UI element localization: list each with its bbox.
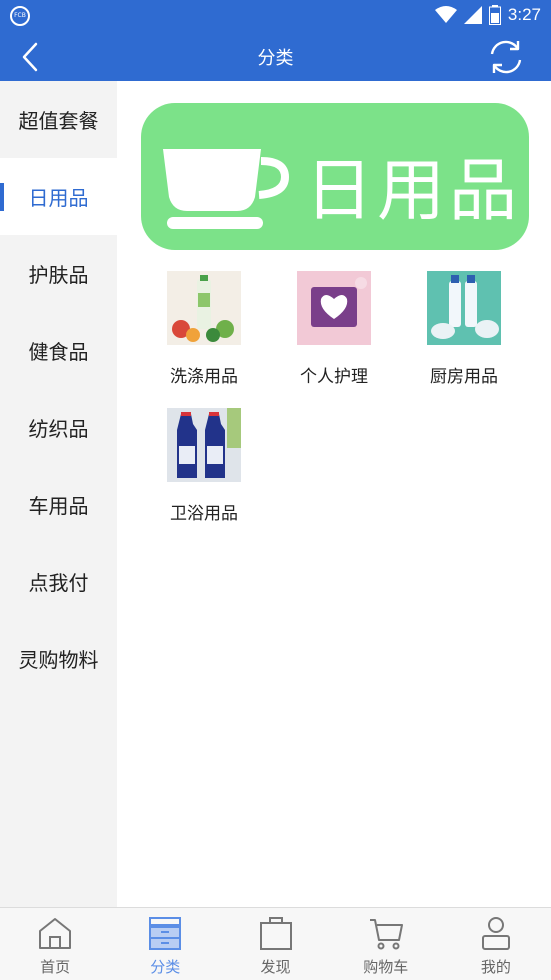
refresh-button[interactable] xyxy=(487,38,525,76)
sidebar-item-daily-goods[interactable]: 日用品 xyxy=(0,158,117,235)
subcategory-label: 卫浴用品 xyxy=(170,504,238,524)
battery-icon xyxy=(488,5,501,25)
discover-icon xyxy=(259,917,292,950)
sidebar-item-label: 护肤品 xyxy=(28,263,89,287)
tab-profile[interactable]: 我的 xyxy=(441,908,551,980)
subcategory-label: 个人护理 xyxy=(300,367,368,387)
sidebar-item-label: 车用品 xyxy=(28,494,89,518)
sidebar-item-label: 点我付 xyxy=(28,571,89,595)
tab-cart[interactable]: 购物车 xyxy=(331,908,441,980)
cup-icon xyxy=(163,149,290,229)
profile-icon xyxy=(481,917,510,950)
category-banner: 日用品 xyxy=(141,103,529,250)
tab-discover[interactable]: 发现 xyxy=(220,908,330,980)
kitchen-image xyxy=(427,271,501,345)
app-notification-icon: FCB xyxy=(10,6,30,26)
wifi-icon xyxy=(434,6,457,23)
category-sidebar: 超值套餐 日用品 护肤品 健食品 纺织品 车用品 点我付 灵购物料 xyxy=(0,81,117,907)
app-header: 分类 xyxy=(0,32,551,81)
tab-label: 我的 xyxy=(480,958,511,976)
tab-label: 发现 xyxy=(260,958,291,976)
sidebar-item-label: 灵购物料 xyxy=(18,648,99,672)
status-indicators: 3:27 xyxy=(434,5,541,25)
sidebar-item-textiles[interactable]: 纺织品 xyxy=(0,389,117,466)
sidebar-item-skincare[interactable]: 护肤品 xyxy=(0,235,117,312)
subcategory-label: 洗涤用品 xyxy=(170,367,238,387)
sidebar-item-label: 健食品 xyxy=(28,340,89,364)
sidebar-item-car-goods[interactable]: 车用品 xyxy=(0,466,117,543)
subcategory-kitchen[interactable]: 厨房用品 xyxy=(399,271,529,387)
clock: 3:27 xyxy=(507,5,541,24)
category-content: 日用品 洗涤用品 个人护理 厨房用品 卫浴用品 xyxy=(117,81,551,907)
cart-icon xyxy=(369,919,403,950)
tab-home[interactable]: 首页 xyxy=(0,908,110,980)
page-title: 分类 xyxy=(257,48,294,69)
tab-category[interactable]: 分类 xyxy=(110,908,220,980)
refresh-icon xyxy=(490,40,522,74)
detergent-image xyxy=(167,271,241,345)
status-bar: FCB 3:27 xyxy=(0,0,551,32)
bathroom-image xyxy=(167,408,241,482)
banner-title: 日用品 xyxy=(305,152,522,231)
tab-label: 首页 xyxy=(40,958,71,976)
tab-label: 分类 xyxy=(150,958,181,976)
signal-icon xyxy=(463,6,482,24)
category-icon xyxy=(149,917,182,950)
home-icon xyxy=(39,918,72,949)
subcategory-detergent[interactable]: 洗涤用品 xyxy=(139,271,269,387)
sidebar-item-value-packages[interactable]: 超值套餐 xyxy=(0,81,117,158)
personal-care-image xyxy=(297,271,371,345)
sidebar-item-pay[interactable]: 点我付 xyxy=(0,543,117,620)
subcategory-bathroom[interactable]: 卫浴用品 xyxy=(139,408,269,524)
subcategory-personal-care[interactable]: 个人护理 xyxy=(269,271,399,387)
sidebar-item-label: 纺织品 xyxy=(28,417,89,441)
sidebar-item-health-food[interactable]: 健食品 xyxy=(0,312,117,389)
subcategory-label: 厨房用品 xyxy=(430,367,498,387)
tab-label: 购物车 xyxy=(363,958,409,976)
bottom-tab-bar: 首页 分类 发现 购物车 我的 xyxy=(0,907,551,980)
sidebar-item-materials[interactable]: 灵购物料 xyxy=(0,620,117,697)
sidebar-item-label: 超值套餐 xyxy=(18,109,99,133)
sidebar-item-label: 日用品 xyxy=(28,186,89,210)
